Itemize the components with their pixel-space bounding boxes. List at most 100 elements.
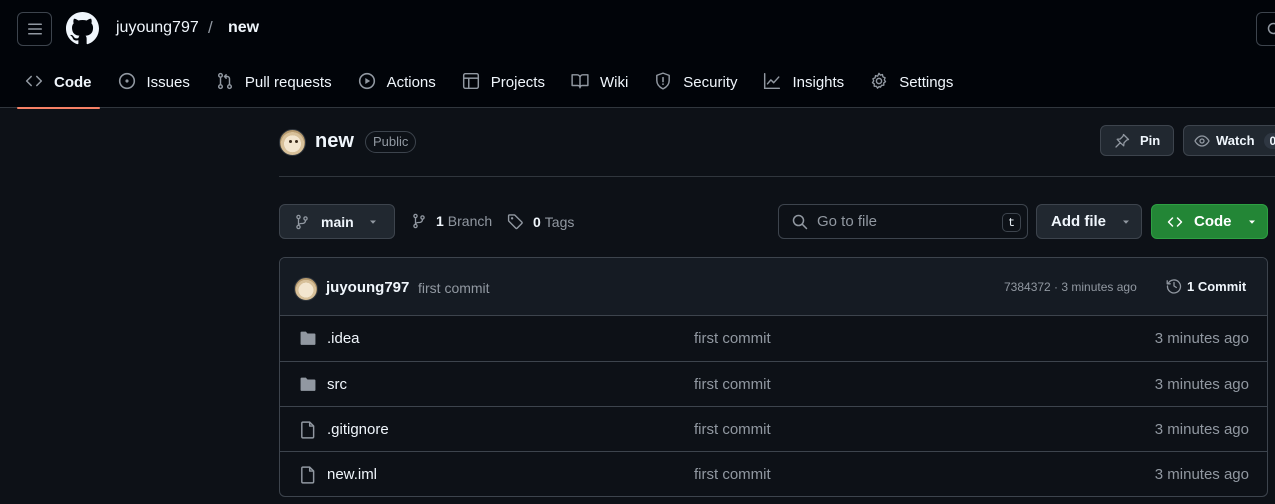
tab-issues[interactable]: Issues [110, 66, 198, 108]
tab-security-label: Security [683, 74, 738, 91]
file-commit-message[interactable]: first commit [694, 421, 771, 438]
issue-opened-icon [118, 72, 135, 90]
tab-settings-label: Settings [899, 74, 954, 91]
file-commit-message[interactable]: first commit [694, 330, 771, 347]
code-button[interactable]: Code [1151, 204, 1268, 239]
file-commit-date: 3 minutes ago [1154, 466, 1249, 483]
git-pull-request-icon [217, 72, 232, 90]
tab-wiki-label: Wiki [599, 74, 629, 91]
tags-link[interactable]: 0 Tags [507, 213, 574, 230]
tag-count: 0 [533, 213, 541, 230]
branch-select-button[interactable]: main [279, 204, 395, 239]
code-icon [25, 75, 43, 87]
pin-button[interactable]: Pin [1100, 125, 1174, 156]
file-list: juyoung797 first commit 7384372 · 3 minu… [279, 257, 1268, 497]
tab-settings[interactable]: Settings [862, 66, 961, 108]
tab-wiki[interactable]: Wiki [563, 66, 636, 108]
commit-count-label: 1 Commit [1187, 278, 1247, 294]
add-file-button[interactable]: Add file [1036, 204, 1142, 239]
tab-projects-label: Projects [490, 74, 545, 91]
add-file-label: Add file [1051, 213, 1106, 230]
tab-code[interactable]: Code [17, 66, 100, 109]
owner-avatar[interactable] [279, 129, 306, 156]
tab-issues-label: Issues [146, 74, 190, 91]
code-icon [1167, 216, 1183, 227]
search-icon [792, 214, 808, 229]
branch-count-label: Branch [447, 213, 493, 229]
file-row[interactable]: .gitignore first commit 3 minutes ago [280, 406, 1267, 451]
book-icon [571, 74, 589, 89]
git-branch-icon [413, 213, 425, 229]
gear-icon [871, 72, 887, 89]
tab-insights[interactable]: Insights [755, 66, 852, 108]
triangle-down-icon [1123, 220, 1129, 224]
folder-icon [300, 377, 316, 391]
tab-actions[interactable]: Actions [350, 66, 444, 108]
watch-label: Watch [1216, 133, 1255, 148]
git-branch-icon [296, 214, 308, 229]
shortcut-hint: t [1002, 213, 1021, 232]
branches-link[interactable]: 1 Branch [411, 213, 492, 229]
commit-sha-time[interactable]: 7384372 · 3 minutes ago [1004, 280, 1137, 294]
file-name[interactable]: .gitignore [327, 421, 389, 438]
commit-message[interactable]: first commit [418, 280, 490, 296]
file-name[interactable]: .idea [327, 330, 360, 347]
triangle-down-icon [369, 220, 376, 224]
file-commit-date: 3 minutes ago [1154, 376, 1249, 393]
play-icon [358, 72, 375, 90]
breadcrumb-repo[interactable]: new [228, 19, 259, 37]
tag-icon [507, 214, 523, 230]
pin-label: Pin [1140, 133, 1161, 148]
code-button-label: Code [1194, 213, 1232, 230]
hamburger-icon [27, 23, 42, 35]
file-name[interactable]: new.iml [327, 466, 377, 483]
shield-icon [656, 72, 671, 90]
github-mark-icon[interactable] [66, 12, 99, 45]
file-icon [301, 466, 315, 484]
tab-actions-label: Actions [386, 74, 436, 91]
tab-pull-requests-label: Pull requests [244, 74, 332, 91]
branch-name: main [321, 213, 354, 230]
watch-button[interactable]: Watch 0 [1183, 125, 1275, 156]
tab-code-label: Code [54, 74, 92, 91]
file-row[interactable]: .idea first commit 3 minutes ago [280, 316, 1267, 361]
file-row[interactable]: new.iml first commit 3 minutes ago [280, 451, 1267, 496]
graph-icon [764, 72, 781, 90]
tag-count-label: Tags [544, 213, 575, 230]
go-to-file-input[interactable] [817, 213, 987, 230]
repo-nav: Code Issues Pull requests Actions Projec… [17, 66, 971, 109]
file-row[interactable]: src first commit 3 minutes ago [280, 361, 1267, 406]
folder-icon [300, 331, 316, 345]
header-divider [279, 176, 1275, 177]
file-commit-date: 3 minutes ago [1154, 330, 1249, 347]
tab-security[interactable]: Security [646, 66, 745, 108]
visibility-badge: Public [365, 131, 417, 153]
file-commit-date: 3 minutes ago [1154, 421, 1249, 438]
eye-icon [1194, 134, 1210, 147]
history-icon [1166, 279, 1182, 294]
triangle-down-icon [1248, 220, 1255, 224]
file-icon [301, 421, 315, 439]
hamburger-menu-button[interactable] [17, 12, 52, 46]
watch-count: 0 [1263, 132, 1275, 149]
breadcrumb-separator: / [208, 18, 213, 37]
table-icon [462, 72, 479, 90]
tab-projects[interactable]: Projects [454, 66, 553, 108]
file-commit-message[interactable]: first commit [694, 466, 771, 483]
file-commit-message[interactable]: first commit [694, 376, 771, 393]
search-icon [1267, 22, 1275, 35]
tab-insights-label: Insights [792, 74, 845, 91]
commit-author[interactable]: juyoung797 [326, 279, 409, 296]
file-name[interactable]: src [327, 376, 347, 393]
commit-author-avatar[interactable] [294, 277, 318, 301]
go-to-file-field[interactable]: t [778, 204, 1028, 239]
branch-count: 1 [436, 213, 444, 229]
global-header: juyoung797 / new Code Issues Pull reques… [0, 0, 1275, 109]
repo-title[interactable]: new [315, 130, 354, 153]
breadcrumb-owner[interactable]: juyoung797 [116, 19, 199, 37]
global-search-button[interactable] [1256, 12, 1275, 46]
latest-commit-bar: juyoung797 first commit 7384372 · 3 minu… [280, 258, 1267, 316]
pin-icon [1115, 133, 1130, 148]
tab-pull-requests[interactable]: Pull requests [208, 66, 340, 108]
commit-history-link[interactable]: 1 Commit [1166, 278, 1246, 294]
